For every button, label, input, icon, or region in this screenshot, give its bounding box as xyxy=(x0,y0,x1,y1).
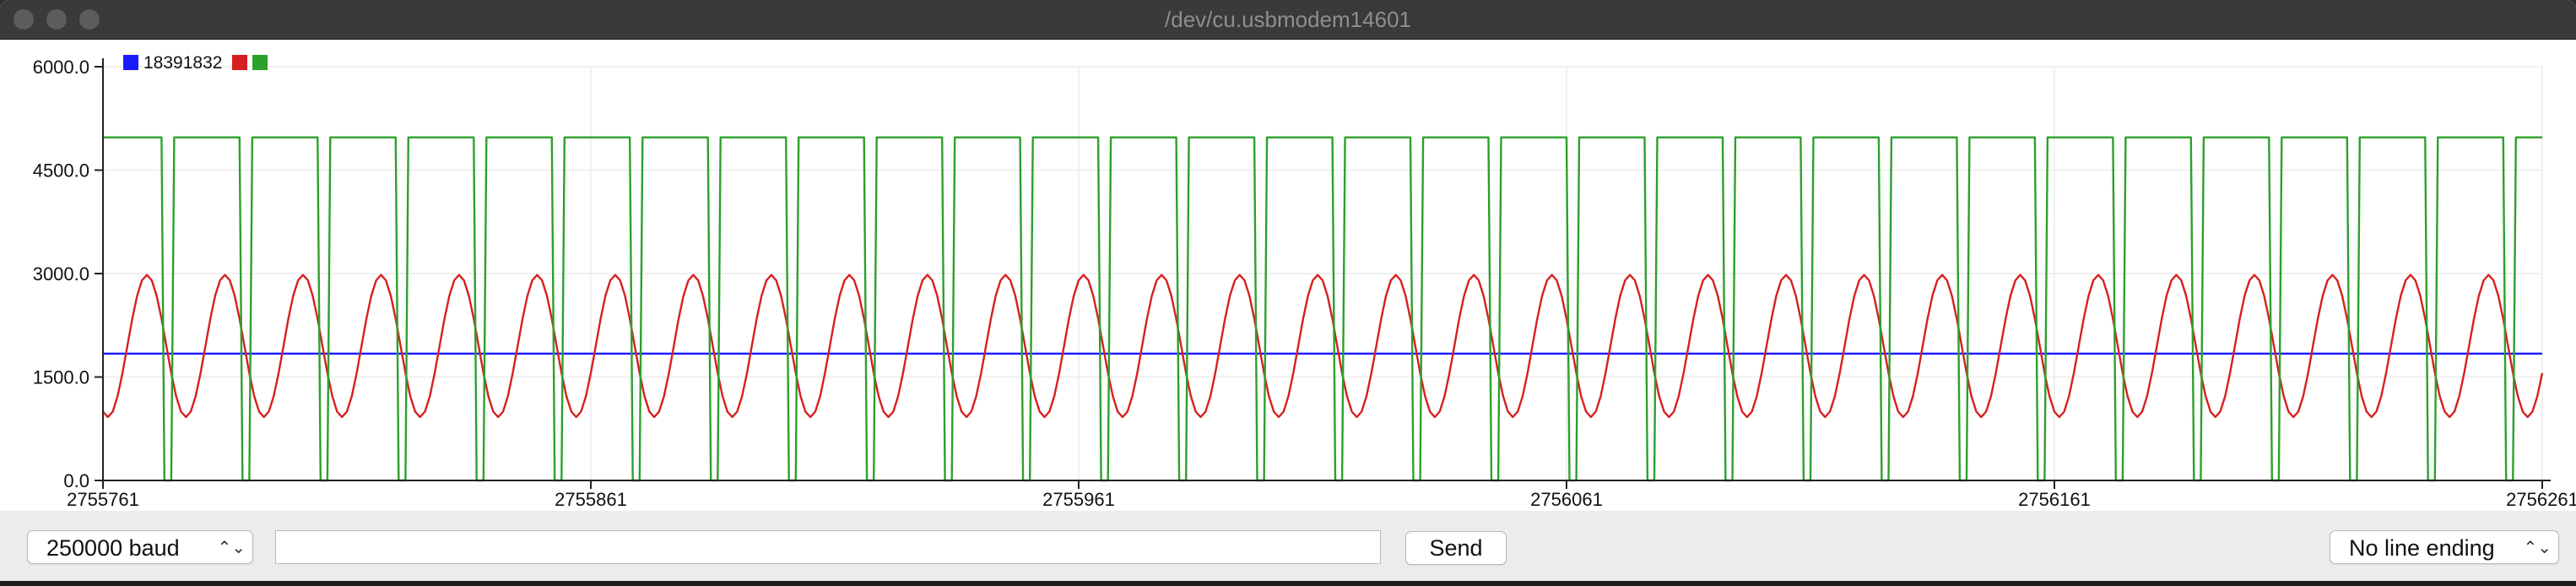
x-tick-label: 2756061 xyxy=(1530,489,1603,510)
gridlines xyxy=(102,66,2543,481)
y-tick-label: 3000.0 xyxy=(33,263,89,285)
data-series xyxy=(102,136,2544,482)
line-ending-label: No line ending xyxy=(2349,535,2495,561)
x-axis-labels: 2755761 2755861 2755961 2756061 2756161 27562… xyxy=(67,489,2576,510)
x-tick-label: 2755861 xyxy=(555,489,627,510)
baud-rate-select[interactable]: 250000 baud ⌃⌄ xyxy=(27,530,253,564)
select-chevron-icon: ⌃⌄ xyxy=(2523,539,2552,557)
y-tick-label: 4500.0 xyxy=(33,160,89,182)
serial-input-field[interactable] xyxy=(275,530,1381,564)
y-tick-label: 1500.0 xyxy=(33,367,89,388)
window-title: /dev/cu.usbmodem14601 xyxy=(1165,7,1411,32)
legend-swatch-green xyxy=(252,55,268,70)
y-tick-label: 6000.0 xyxy=(33,57,89,78)
plot-area: 6000.0 4500.0 3000.0 1500.0 0.0 2755761 27558… xyxy=(0,40,2576,511)
x-tick-label: 2756161 xyxy=(2018,489,2091,510)
x-tick-label: 2755961 xyxy=(1042,489,1115,510)
x-tick-label: 2756261 xyxy=(2506,489,2576,510)
y-axis-labels: 6000.04500.03000.01500.00.0 xyxy=(33,57,89,491)
title-bar: /dev/cu.usbmodem14601 xyxy=(0,0,2576,40)
baud-rate-label: 250000 baud xyxy=(46,535,180,561)
line-ending-select[interactable]: No line ending ⌃⌄ xyxy=(2330,530,2559,564)
series-line-3 xyxy=(103,136,2542,482)
legend-swatch-red xyxy=(232,55,247,70)
legend-swatch-blue xyxy=(123,55,138,70)
serial-plot-chart: 6000.04500.03000.01500.00.0 2755761 27558… xyxy=(33,53,2576,510)
serial-plotter-window: /dev/cu.usbmodem14601 6000.0 4500.0 3000.0… xyxy=(0,0,2576,586)
window-bottom-edge xyxy=(0,581,2576,586)
send-button[interactable]: Send xyxy=(1405,531,1507,565)
legend: 18391832 xyxy=(123,53,268,73)
x-tick-label: 2755761 xyxy=(67,489,139,510)
bottom-toolbar: 250000 baud ⌃⌄ Send No line ending ⌃⌄ xyxy=(0,511,2576,586)
select-chevron-icon: ⌃⌄ xyxy=(217,539,246,557)
legend-label: 18391832 xyxy=(143,53,222,73)
series-line-2 xyxy=(102,274,2544,419)
